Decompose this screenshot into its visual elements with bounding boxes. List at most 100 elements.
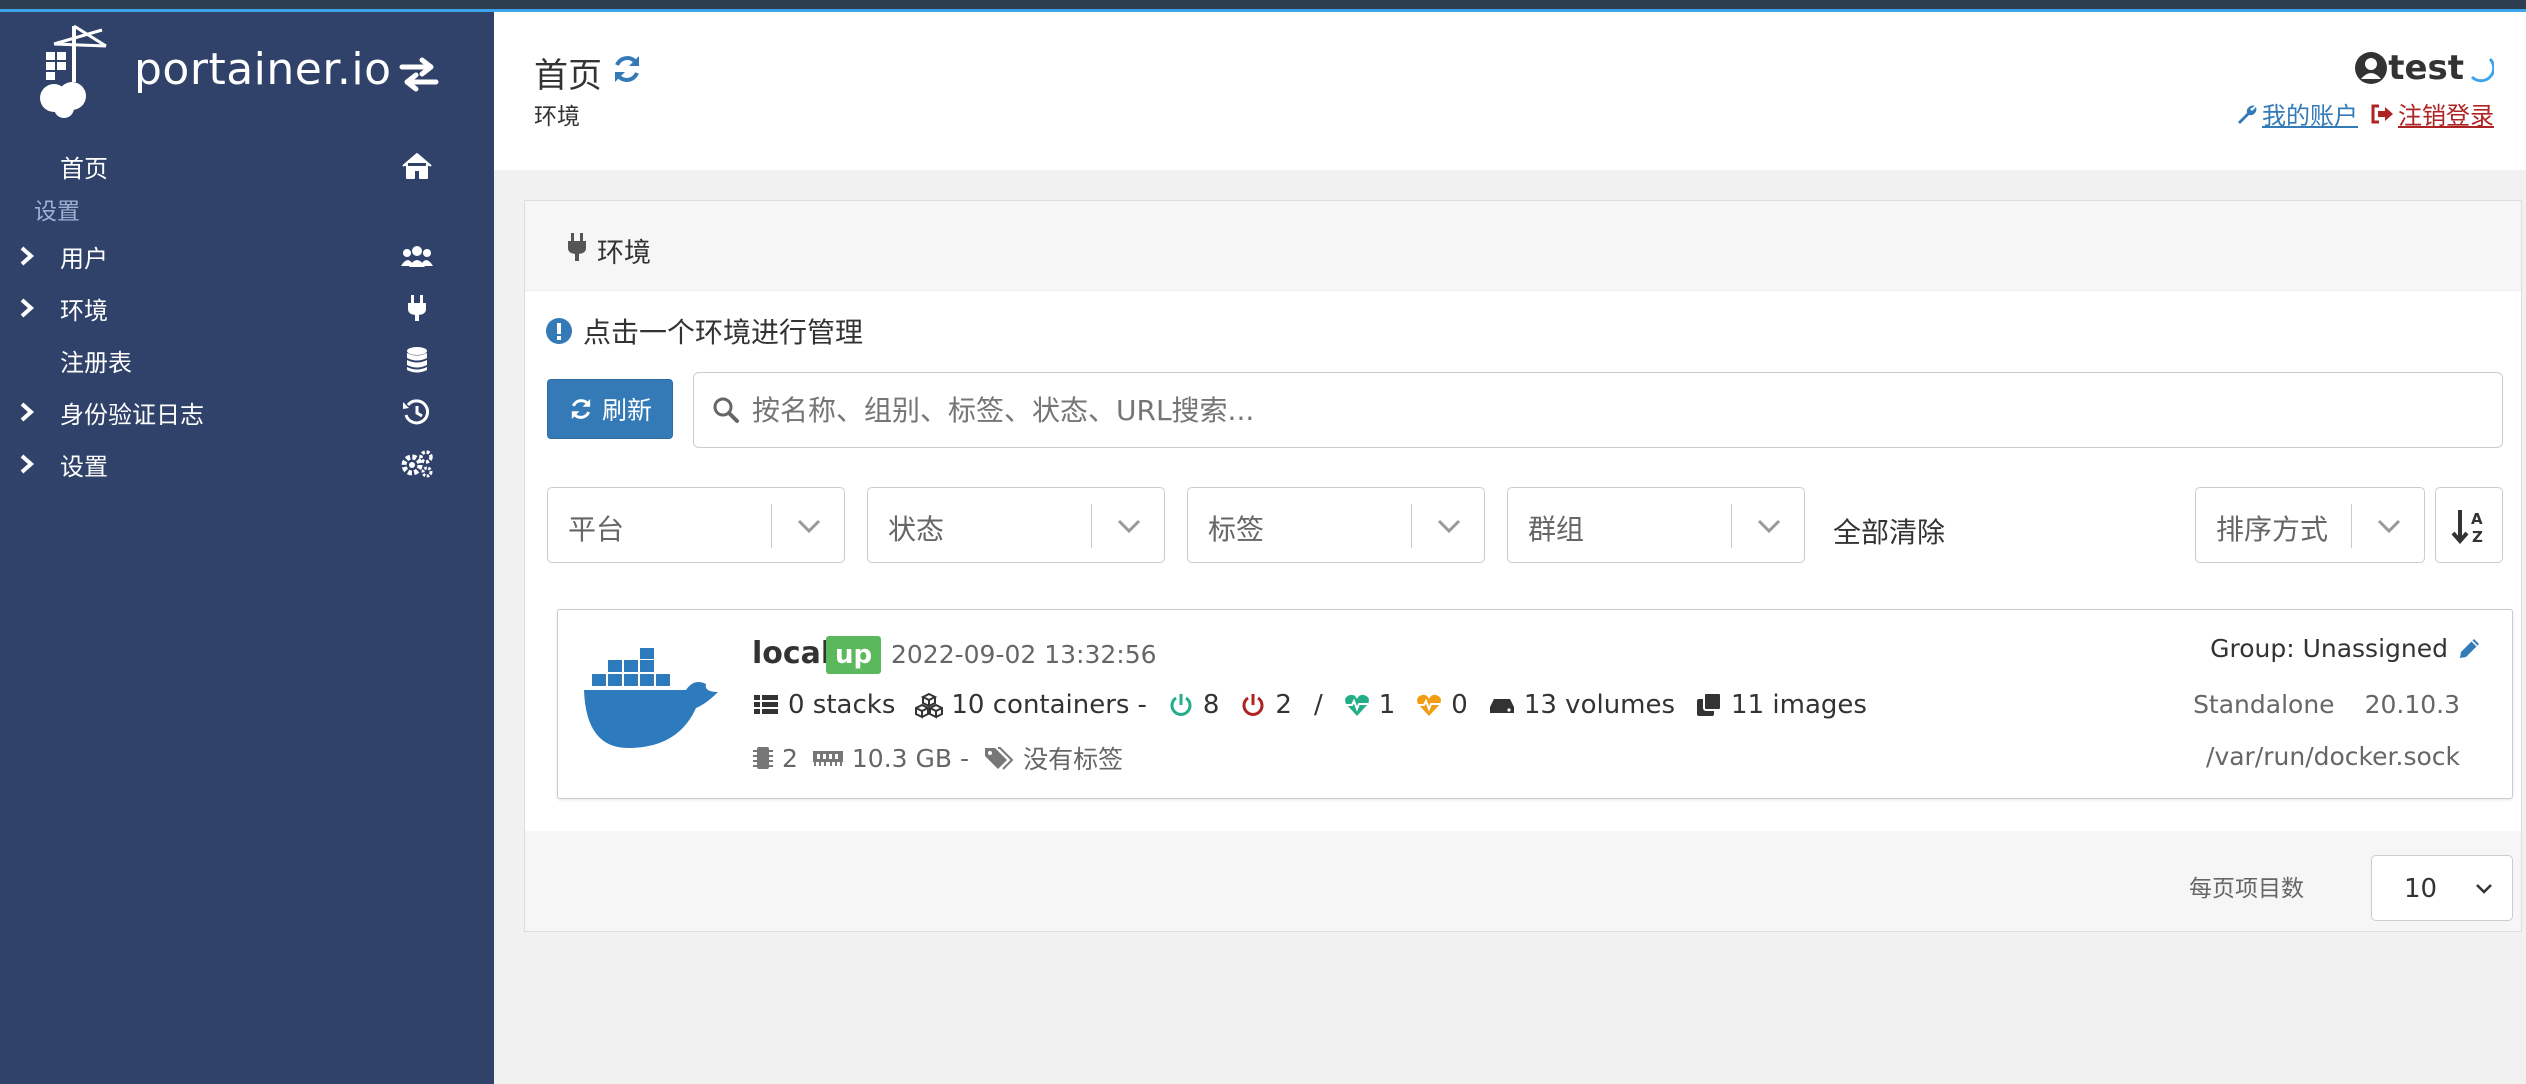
sidebar-item-label: 设置 bbox=[60, 452, 108, 481]
hdd-icon bbox=[1489, 699, 1514, 713]
pencil-icon[interactable] bbox=[2456, 636, 2482, 662]
items-per-page-select[interactable]: 10 bbox=[2371, 855, 2513, 921]
chevron-down-icon bbox=[2476, 884, 2492, 894]
sort-by-select[interactable]: 排序方式 bbox=[2195, 487, 2425, 563]
images-stat: 11 images bbox=[1695, 690, 1867, 720]
clear-all-button[interactable]: 全部清除 bbox=[1833, 511, 1945, 551]
filter-label: 平台 bbox=[568, 513, 625, 546]
filter-separator bbox=[1731, 504, 1732, 548]
database-icon bbox=[407, 347, 427, 373]
filter-platform[interactable]: 平台 bbox=[547, 487, 845, 563]
svg-text:A: A bbox=[2471, 510, 2483, 528]
containers-count: 10 containers bbox=[951, 690, 1130, 720]
filter-separator bbox=[1091, 504, 1092, 548]
docker-version: 20.10.3 bbox=[2364, 690, 2460, 719]
environment-type-label: Standalone bbox=[2193, 690, 2335, 719]
power-on-icon bbox=[1170, 694, 1192, 716]
environment-url: /var/run/docker.sock bbox=[2206, 742, 2460, 771]
th-list-icon bbox=[754, 695, 778, 714]
environment-timestamp: 2022-09-02 13:32:56 bbox=[891, 640, 1157, 669]
page-header: 首页 环境 test 我的账户 注销登录 bbox=[494, 12, 2526, 170]
sidebar-item-users[interactable]: 用户 bbox=[0, 230, 494, 282]
chevron-down-icon bbox=[2377, 519, 2401, 534]
filter-separator bbox=[771, 504, 772, 548]
sort-direction-button[interactable]: A Z bbox=[2435, 487, 2503, 563]
filter-status[interactable]: 状态 bbox=[867, 487, 1165, 563]
cpu-count: 2 bbox=[782, 743, 798, 773]
top-bar bbox=[0, 0, 2526, 12]
sidebar-item-settings[interactable]: 设置 bbox=[0, 438, 494, 490]
chevron-right-icon bbox=[20, 454, 35, 474]
user-menu: test bbox=[2354, 48, 2494, 88]
sidebar-item-label: 环境 bbox=[60, 296, 108, 325]
plug-icon bbox=[568, 233, 586, 261]
filter-group[interactable]: 群组 bbox=[1507, 487, 1805, 563]
refresh-icon bbox=[571, 399, 591, 419]
stacks-count: 0 stacks bbox=[788, 690, 896, 720]
logout-label: 注销登录 bbox=[2398, 102, 2494, 130]
chevron-down-icon bbox=[1757, 519, 1781, 534]
environment-item[interactable]: local up 2022-09-02 13:32:56 0 stacks 10… bbox=[557, 609, 2513, 799]
logout-link[interactable]: 注销登录 bbox=[2370, 96, 2494, 131]
filter-separator bbox=[1411, 504, 1412, 548]
chevron-right-icon bbox=[20, 402, 35, 422]
running-stat: 8 bbox=[1167, 690, 1219, 720]
sidebar-item-label: 首页 bbox=[60, 154, 108, 183]
refresh-icon[interactable] bbox=[610, 52, 644, 86]
my-account-label: 我的账户 bbox=[2262, 102, 2358, 130]
user-circle-icon bbox=[2355, 52, 2388, 84]
status-badge: up bbox=[826, 636, 882, 674]
swap-arrows-icon[interactable] bbox=[398, 56, 440, 92]
unhealthy-count: 0 bbox=[1451, 690, 1468, 720]
refresh-button-label: 刷新 bbox=[601, 396, 652, 425]
logo-text: portainer.io bbox=[134, 44, 392, 95]
environment-meta: 2 10.3 GB - 没有标签 bbox=[752, 740, 1137, 776]
info-circle-icon bbox=[546, 318, 572, 344]
items-per-page-value: 10 bbox=[2404, 874, 2438, 904]
sidebar-item-label: 注册表 bbox=[60, 348, 132, 377]
memory-stat: 10.3 GB - bbox=[812, 744, 969, 773]
tags-text: 没有标签 bbox=[1023, 745, 1124, 774]
heartbeat-icon bbox=[1417, 694, 1442, 716]
filter-label: 状态 bbox=[888, 513, 945, 546]
tags-stat: 没有标签 bbox=[983, 740, 1123, 776]
docker-logo-icon bbox=[584, 648, 718, 748]
sidebar-item-registries[interactable]: 注册表 bbox=[0, 334, 494, 386]
filter-label: 标签 bbox=[1208, 513, 1265, 546]
sidebar-item-label: 用户 bbox=[60, 244, 108, 273]
breadcrumb: 环境 bbox=[534, 104, 580, 130]
users-icon bbox=[401, 246, 433, 267]
loading-spinner-icon bbox=[2470, 57, 2494, 83]
filter-separator bbox=[2351, 504, 2352, 548]
chevron-right-icon bbox=[20, 298, 35, 318]
page-title: 首页 bbox=[534, 56, 602, 96]
chevron-down-icon bbox=[1437, 519, 1461, 534]
my-account-link[interactable]: 我的账户 bbox=[2236, 96, 2358, 131]
memory-amount: 10.3 GB bbox=[851, 743, 953, 773]
wrench-icon bbox=[2238, 105, 2257, 124]
sidebar: portainer.io 首页 设置 用户 环境 注册表 身份验证日志 设置 bbox=[0, 12, 494, 1084]
environment-type: Standalone 20.10.3 bbox=[2193, 690, 2460, 719]
panel-title: 环境 bbox=[597, 238, 651, 269]
plug-icon bbox=[408, 295, 426, 321]
cubes-icon bbox=[915, 692, 944, 719]
items-per-page-label: 每页项目数 bbox=[2189, 876, 2304, 902]
portainer-logo[interactable]: portainer.io bbox=[40, 22, 391, 118]
sidebar-item-environments[interactable]: 环境 bbox=[0, 282, 494, 334]
heartbeat-icon bbox=[1344, 694, 1369, 716]
sidebar-item-label: 身份验证日志 bbox=[60, 400, 204, 429]
images-count: 11 images bbox=[1731, 690, 1867, 720]
clone-icon bbox=[1697, 692, 1723, 716]
volumes-stat: 13 volumes bbox=[1488, 690, 1675, 720]
chevron-down-icon bbox=[1117, 519, 1141, 534]
search-input[interactable] bbox=[752, 393, 2452, 427]
sidebar-item-home[interactable]: 首页 bbox=[0, 140, 494, 192]
refresh-button[interactable]: 刷新 bbox=[547, 379, 673, 439]
environment-name: local bbox=[752, 636, 832, 671]
environment-stats: 0 stacks 10 containers - 8 2 / 1 0 13 vo… bbox=[752, 690, 1887, 720]
cogs-icon bbox=[401, 450, 433, 478]
stopped-count: 2 bbox=[1275, 690, 1292, 720]
filter-tags[interactable]: 标签 bbox=[1187, 487, 1485, 563]
meta-dash: - bbox=[960, 743, 970, 773]
sidebar-item-auth-logs[interactable]: 身份验证日志 bbox=[0, 386, 494, 438]
